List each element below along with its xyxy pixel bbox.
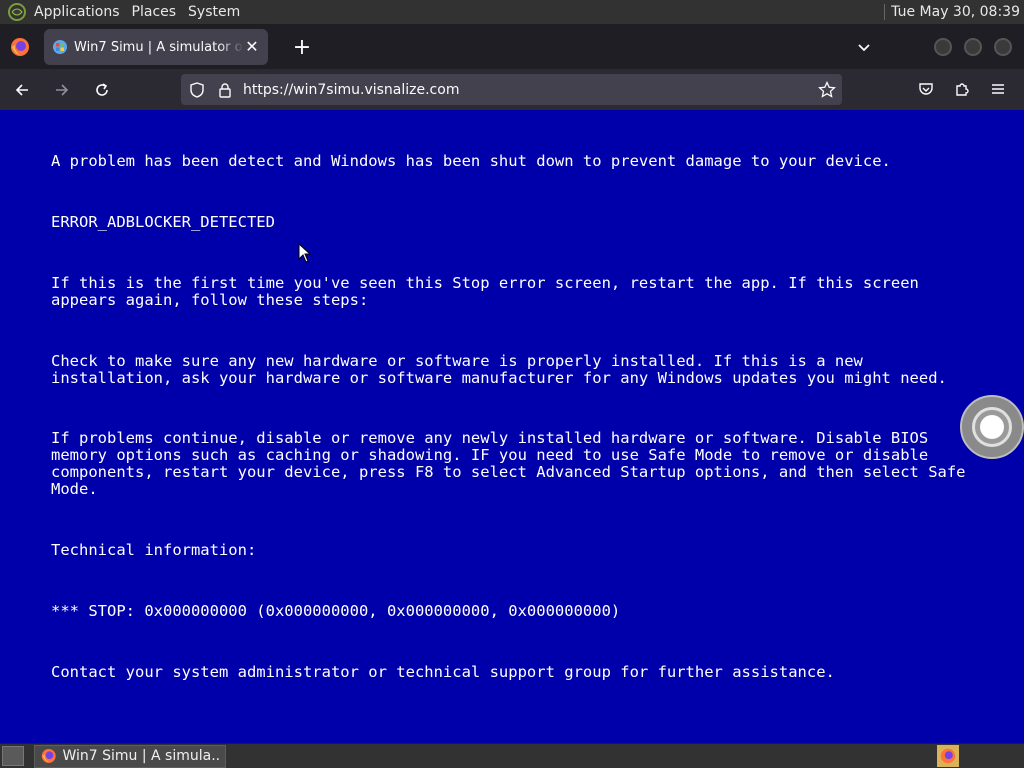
taskbar-item-firefox[interactable]: Win7 Simu | A simula... bbox=[34, 744, 226, 768]
system-menu[interactable]: System bbox=[182, 0, 246, 25]
bsod-page[interactable]: A problem has been detect and Windows ha… bbox=[0, 110, 1024, 743]
taskbar-item-title: Win7 Simu | A simula... bbox=[62, 748, 219, 764]
url-bar[interactable]: https://win7simu.visnalize.com bbox=[181, 74, 842, 105]
forward-arrow-icon[interactable] bbox=[44, 74, 80, 106]
url-text[interactable]: https://win7simu.visnalize.com bbox=[243, 82, 818, 98]
nav-bar: https://win7simu.visnalize.com bbox=[0, 69, 1024, 110]
panel-separator bbox=[884, 4, 886, 20]
bsod-text-block: A problem has been detect and Windows ha… bbox=[51, 153, 971, 681]
extensions-puzzle-icon[interactable] bbox=[944, 73, 980, 105]
pocket-icon[interactable] bbox=[908, 73, 944, 105]
close-window-button[interactable] bbox=[994, 38, 1012, 56]
new-tab-button[interactable]: + bbox=[286, 31, 318, 63]
bsod-contact: Contact your system administrator or tec… bbox=[51, 663, 835, 681]
firefox-view-icon[interactable] bbox=[0, 25, 40, 69]
minimize-window-button[interactable] bbox=[934, 38, 952, 56]
lock-icon[interactable] bbox=[217, 82, 233, 98]
tab-close-icon[interactable]: ✕ bbox=[244, 39, 260, 55]
bsod-intro: A problem has been detect and Windows ha… bbox=[51, 152, 891, 170]
hamburger-menu-icon[interactable] bbox=[980, 73, 1016, 105]
distro-logo-icon[interactable] bbox=[6, 2, 28, 22]
bookmark-star-icon[interactable] bbox=[818, 80, 836, 99]
places-menu[interactable]: Places bbox=[126, 0, 183, 25]
mouse-pointer-icon bbox=[298, 243, 312, 263]
tab-title: Win7 Simu | A simulator of Windows 7 bbox=[74, 39, 244, 55]
maximize-window-button[interactable] bbox=[964, 38, 982, 56]
bsod-first-time: If this is the first time you've seen th… bbox=[51, 274, 929, 309]
bsod-stop-code: *** STOP: 0x000000000 (0x000000000, 0x00… bbox=[51, 602, 621, 620]
win7simu-favicon-icon bbox=[52, 39, 68, 55]
bsod-problems-continue: If problems continue, disable or remove … bbox=[51, 429, 975, 498]
back-arrow-icon[interactable] bbox=[4, 74, 40, 106]
bsod-check-hardware: Check to make sure any new hardware or s… bbox=[51, 352, 947, 387]
firefox-icon bbox=[41, 749, 56, 763]
workspace-switcher-firefox-icon[interactable] bbox=[937, 745, 959, 767]
reload-icon[interactable] bbox=[84, 74, 120, 106]
bsod-tech-info-label: Technical information: bbox=[51, 541, 257, 559]
top-panel: Applications Places System Tue May 30, 0… bbox=[0, 0, 1024, 25]
tab-win7simu[interactable]: Win7 Simu | A simulator of Windows 7 ✕ bbox=[44, 29, 268, 65]
list-all-tabs-chevron-down-icon[interactable] bbox=[848, 31, 880, 63]
show-desktop-icon[interactable] bbox=[2, 746, 24, 766]
bottom-panel: Win7 Simu | A simula... bbox=[0, 743, 1024, 768]
tracking-protection-shield-icon[interactable] bbox=[189, 81, 205, 98]
clock[interactable]: Tue May 30, 08:39 bbox=[891, 4, 1024, 20]
applications-menu[interactable]: Applications bbox=[28, 0, 126, 25]
tab-bar: Win7 Simu | A simulator of Windows 7 ✕ + bbox=[0, 25, 1024, 69]
floating-assistive-button[interactable] bbox=[960, 395, 1024, 459]
bsod-error-code: ERROR_ADBLOCKER_DETECTED bbox=[51, 213, 275, 231]
